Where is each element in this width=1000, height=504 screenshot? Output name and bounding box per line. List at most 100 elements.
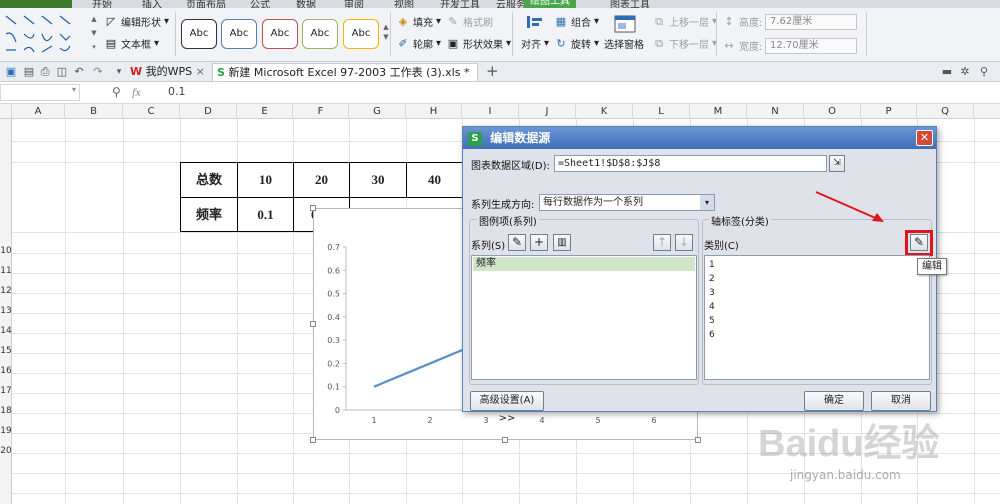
edit-shape-button[interactable]: ◸ 编辑形状 ▾ [104, 14, 169, 30]
list-item[interactable]: 6 [709, 330, 715, 340]
column-header[interactable]: A [12, 104, 65, 119]
resize-handle[interactable] [695, 437, 701, 443]
column-header[interactable]: E [237, 104, 293, 119]
function-icon[interactable]: fx [132, 85, 141, 100]
screen-icon[interactable]: ▬ [940, 65, 954, 79]
format-brush-button[interactable]: ✎ 格式刷 [446, 14, 493, 30]
close-icon[interactable]: ✕ [916, 130, 933, 146]
table-cell[interactable]: 30 [349, 162, 407, 198]
group-button[interactable]: ▦ 组合 ▾ [554, 14, 599, 30]
align-button[interactable]: 对齐 ▾ [521, 36, 549, 51]
menu-tab-review[interactable]: 审阅 [344, 0, 364, 8]
column-header[interactable]: J [519, 104, 576, 119]
shape-gallery[interactable] [2, 12, 86, 56]
column-header[interactable]: G [349, 104, 406, 119]
menu-tab-view[interactable]: 视图 [394, 0, 414, 8]
row-header[interactable]: 19 [0, 426, 12, 436]
fill-button[interactable]: ◈ 填充 ▾ [396, 14, 441, 30]
dialog-title-bar[interactable]: S 编辑数据源 ✕ [463, 127, 936, 149]
customize-dropdown-icon[interactable]: ▾ [112, 65, 126, 79]
column-header[interactable]: F [293, 104, 349, 119]
column-header[interactable]: D [180, 104, 237, 119]
table-cell-frequency-header[interactable]: 频率 [180, 197, 238, 232]
list-item[interactable]: 5 [709, 316, 715, 326]
shape-style-1[interactable]: Abc [181, 19, 217, 49]
menu-tab-chart-tools[interactable]: 图表工具 [610, 0, 650, 8]
dropdown-arrow-icon[interactable]: ▾ [700, 195, 714, 210]
advanced-settings-button[interactable]: 高级设置(A) >> [470, 391, 544, 424]
column-header[interactable]: O [804, 104, 861, 119]
bring-forward-button[interactable]: ⧉ 上移一层 ▾ [652, 14, 717, 30]
tab-my-wps[interactable]: W 我的WPS × [130, 63, 210, 81]
height-input[interactable]: 7.62厘米 [765, 14, 857, 30]
column-header[interactable]: L [633, 104, 690, 119]
add-series-icon[interactable]: + [530, 234, 548, 251]
shape-effects-button[interactable]: ▣ 形状效果 ▾ [446, 36, 511, 52]
list-item[interactable]: 频率 [473, 257, 695, 271]
text-box-button[interactable]: ▤ 文本框 ▾ [104, 36, 159, 52]
resize-handle[interactable] [310, 321, 316, 327]
list-item[interactable]: 2 [709, 274, 715, 284]
menu-tab-formula[interactable]: 公式 [250, 0, 270, 8]
category-list[interactable]: 1 2 3 4 5 6 [704, 255, 930, 380]
row-header[interactable]: 13 [0, 306, 12, 316]
column-header[interactable]: P [861, 104, 917, 119]
send-backward-button[interactable]: ⧉ 下移一层 ▾ [652, 36, 717, 52]
list-item[interactable]: 4 [709, 302, 715, 312]
width-input[interactable]: 12.70厘米 [765, 38, 857, 54]
column-header[interactable]: B [65, 104, 123, 119]
column-header[interactable]: K [576, 104, 633, 119]
row-header[interactable]: 10 [0, 246, 12, 256]
save-icon[interactable]: ▣ [4, 65, 18, 79]
resize-handle[interactable] [502, 437, 508, 443]
cancel-button[interactable]: 取消 [871, 391, 931, 411]
shape-style-4[interactable]: Abc [302, 19, 338, 49]
row-header[interactable]: 18 [0, 406, 12, 416]
name-box[interactable]: ▾ [0, 84, 80, 101]
app-logo[interactable] [0, 0, 72, 8]
row-header[interactable]: 20 [0, 446, 12, 456]
table-cell-total-header[interactable]: 总数 [180, 162, 238, 198]
export-pdf-icon[interactable]: ▤ [22, 65, 36, 79]
column-header[interactable]: M [690, 104, 747, 119]
table-cell[interactable]: 10 [237, 162, 294, 198]
row-header[interactable]: 14 [0, 326, 12, 336]
column-header[interactable]: H [406, 104, 462, 119]
list-item[interactable]: 1 [709, 260, 715, 270]
print-icon[interactable]: ⎙ [38, 65, 52, 79]
gallery-scroll[interactable]: ▲ ▼ ▾ [89, 12, 99, 56]
shape-style-5[interactable]: Abc [343, 19, 379, 49]
data-range-input[interactable]: =Sheet1!$D$8:$J$8 [554, 155, 827, 172]
settings-icon[interactable]: ✲ [958, 65, 972, 79]
formula-input[interactable]: 0.1 [160, 84, 1000, 101]
new-tab-button[interactable]: + [486, 62, 499, 80]
row-header[interactable]: 16 [0, 366, 12, 376]
move-up-icon[interactable]: ↑ [653, 234, 671, 251]
zoom-formula-icon[interactable]: ⚲ [112, 85, 121, 99]
menu-tab-developer[interactable]: 开发工具 [440, 0, 480, 8]
menu-tab-insert[interactable]: 插入 [142, 0, 162, 8]
menu-tab-home[interactable]: 开始 [92, 0, 112, 8]
list-item[interactable]: 3 [709, 288, 715, 298]
collapse-range-icon[interactable]: ⇲ [829, 155, 845, 172]
menu-tab-drawing-tools[interactable]: 绘图工具 [524, 0, 576, 8]
shape-style-3[interactable]: Abc [262, 19, 298, 49]
tab-current-document[interactable]: S 新建 Microsoft Excel 97-2003 工作表 (3).xls… [212, 63, 478, 81]
column-header[interactable]: Q [917, 104, 974, 119]
delete-series-icon[interactable]: ▥ [553, 234, 571, 251]
series-direction-select[interactable]: 每行数据作为一个系列 ▾ [539, 194, 715, 211]
menu-tab-cloud[interactable]: 云服务 [496, 0, 526, 8]
name-box-dropdown-icon[interactable]: ▾ [72, 85, 76, 94]
shape-style-2[interactable]: Abc [221, 19, 257, 49]
edit-category-icon[interactable]: ✎ [910, 234, 928, 251]
outline-button[interactable]: ✐ 轮廓 ▾ [396, 36, 441, 52]
redo-icon[interactable]: ↷ [91, 65, 105, 79]
print-preview-icon[interactable]: ◫ [55, 65, 69, 79]
move-down-icon[interactable]: ↓ [675, 234, 693, 251]
table-cell[interactable]: 0.1 [237, 197, 294, 232]
rotate-button[interactable]: ↻ 旋转 ▾ [554, 36, 599, 52]
style-gallery-scroll[interactable]: ▲ ▼ [382, 22, 390, 42]
column-header[interactable]: N [747, 104, 804, 119]
table-cell[interactable]: 40 [406, 162, 463, 198]
undo-icon[interactable]: ↶ [72, 65, 86, 79]
